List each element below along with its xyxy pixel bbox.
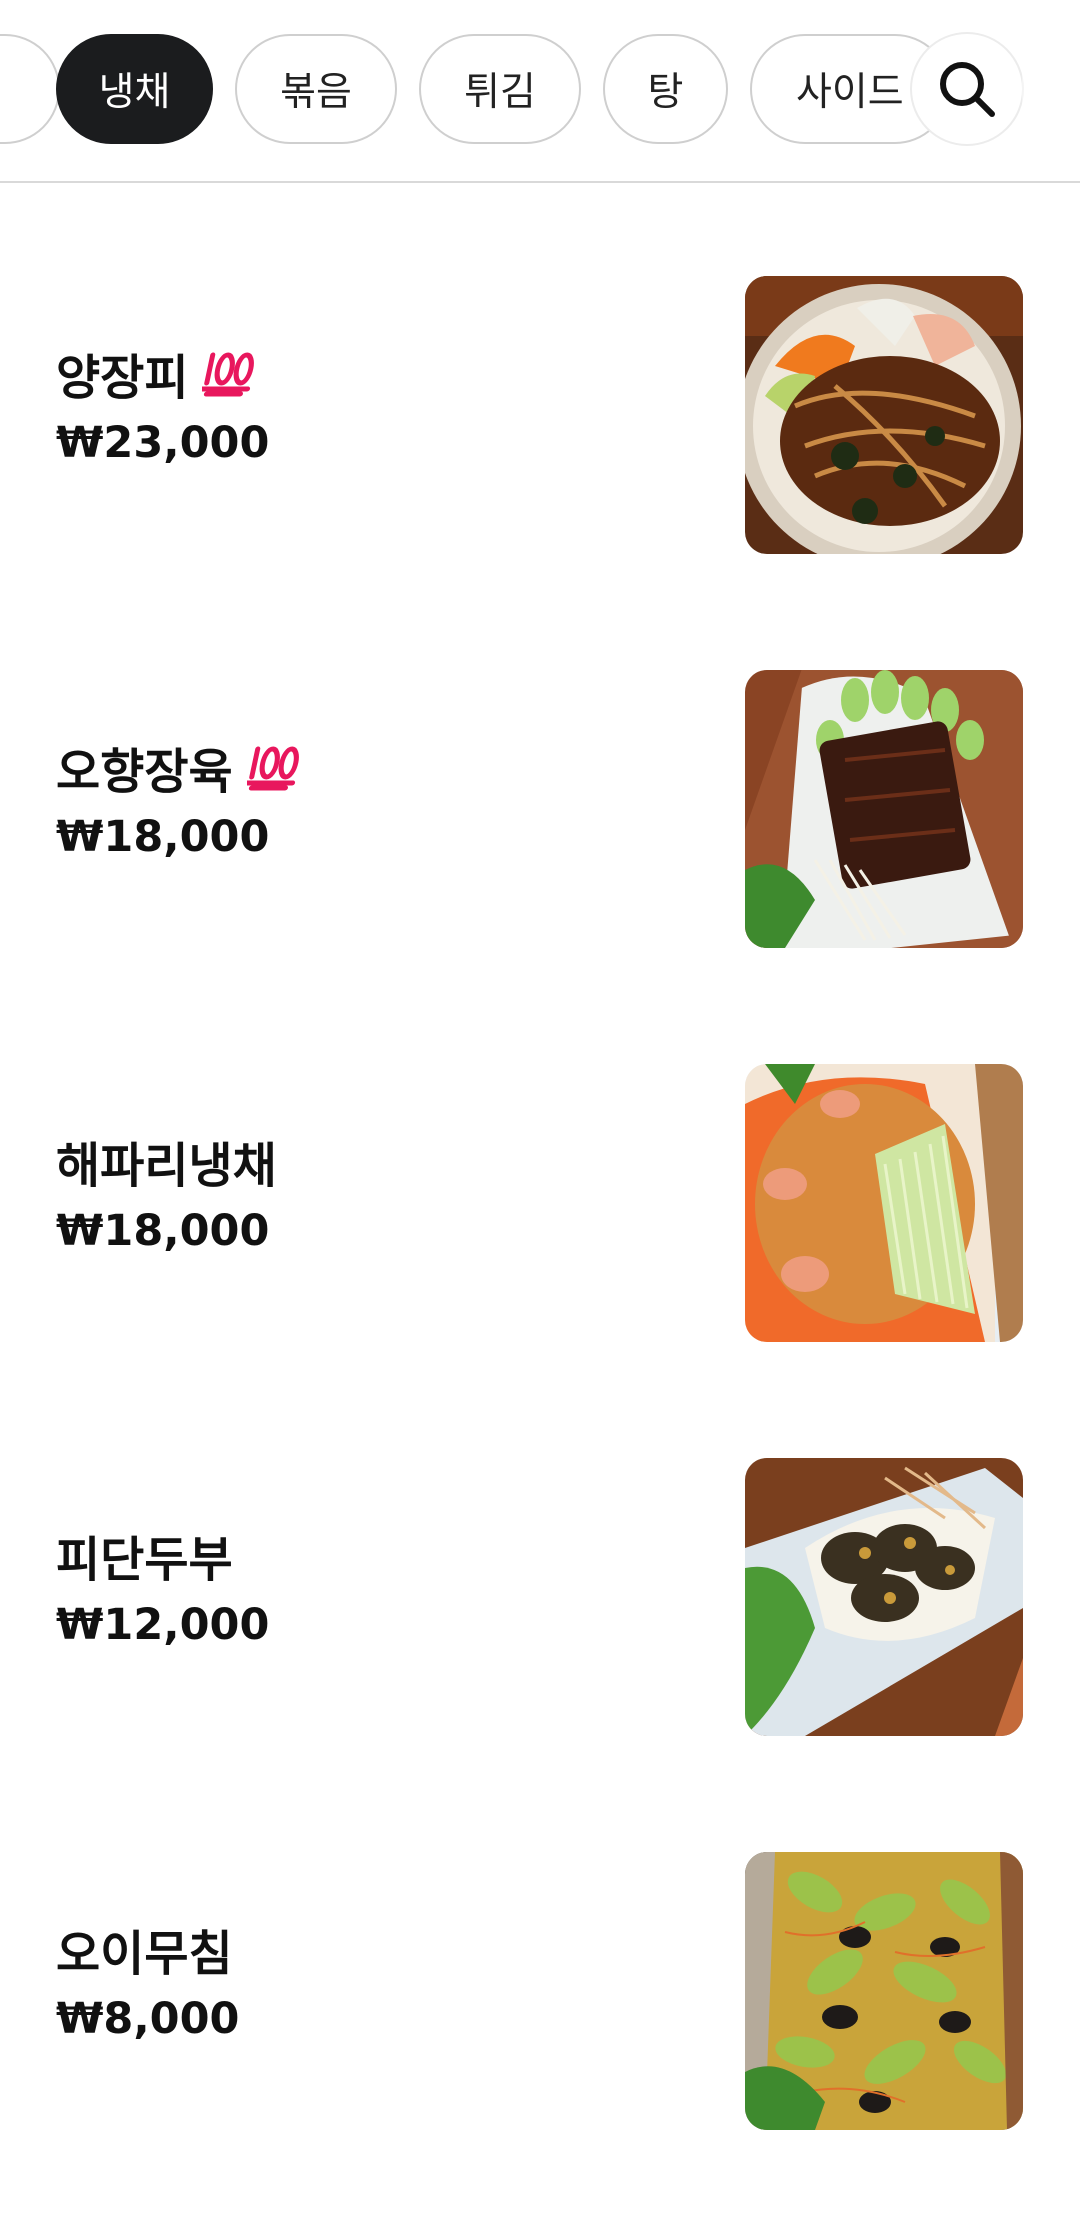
menu-item[interactable]: 피단두부 ₩12,000	[0, 1458, 1080, 1736]
menu-item-title: 오향장육	[56, 732, 305, 802]
hundred-points-icon	[202, 349, 260, 397]
tab-stir-fry[interactable]: 볶음	[235, 34, 397, 144]
menu-item[interactable]: 오이무침 ₩8,000	[0, 1852, 1080, 2130]
tab-label: 볶음	[280, 70, 352, 115]
jellyfish-salad-photo[interactable]	[745, 1064, 1023, 1342]
menu-item[interactable]: 오향장육 ₩18,000	[0, 670, 1080, 948]
menu-item-price: ₩23,000	[56, 418, 270, 468]
ohyang-jangyuk-photo[interactable]	[745, 670, 1023, 948]
tab-previous-category[interactable]	[0, 34, 60, 144]
menu-item-title: 해파리냉채	[56, 1126, 277, 1196]
scroll-fade	[1022, 30, 1080, 150]
menu-item-name: 해파리냉채	[56, 1138, 277, 1194]
tab-label: 탕	[647, 70, 684, 115]
tab-cold-dishes[interactable]: 냉채	[56, 34, 213, 144]
century-egg-tofu-photo[interactable]	[745, 1458, 1023, 1736]
menu-item-name: 양장피	[56, 350, 189, 406]
tab-label: 냉채	[98, 70, 171, 115]
menu-item[interactable]: 양장피 ₩23,000	[0, 276, 1080, 554]
search-button[interactable]	[912, 34, 1022, 144]
category-tab-bar: 냉채 볶음 튀김 탕 사이드	[0, 0, 1080, 183]
cucumber-salad-photo[interactable]	[745, 1852, 1023, 2130]
menu-item-price: ₩18,000	[56, 812, 270, 862]
search-icon	[940, 62, 995, 117]
menu-item-title: 양장피	[56, 338, 260, 408]
menu-item-name: 피단두부	[56, 1532, 233, 1588]
menu-item-name: 오이무침	[56, 1926, 233, 1982]
tab-deep-fried[interactable]: 튀김	[419, 34, 581, 144]
menu-item-title: 피단두부	[56, 1520, 233, 1590]
hundred-points-icon	[246, 743, 305, 791]
tab-label: 튀김	[464, 70, 536, 115]
tab-soup[interactable]: 탕	[603, 34, 728, 144]
menu-item-price: ₩12,000	[56, 1600, 270, 1650]
menu-item[interactable]: 해파리냉채 ₩18,000	[0, 1064, 1080, 1342]
tab-label: 사이드	[796, 70, 904, 115]
menu-item-price: ₩8,000	[56, 1994, 240, 2044]
yangjangpi-photo[interactable]	[745, 276, 1023, 554]
menu-item-name: 오향장육	[56, 744, 233, 800]
menu-item-title: 오이무침	[56, 1914, 233, 1984]
menu-item-price: ₩18,000	[56, 1206, 270, 1256]
